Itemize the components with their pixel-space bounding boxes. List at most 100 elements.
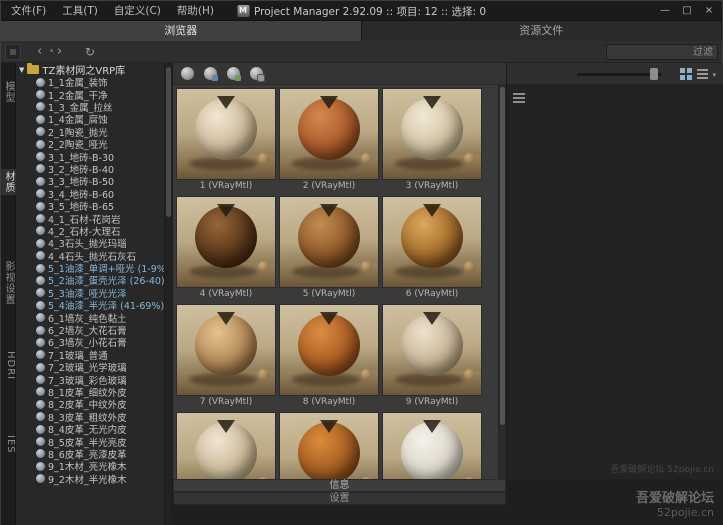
menu-帮助(H)[interactable]: 帮助(H) (169, 1, 222, 21)
material-thumb-icon (36, 177, 45, 186)
tree-item[interactable]: 5_4油漆_半光泽 (41-69%) (16, 299, 172, 311)
tab-资源文件[interactable]: 资源文件 (362, 21, 723, 41)
sidebar-tab-模型[interactable]: 模型 (1, 79, 16, 105)
material-preview (176, 196, 276, 288)
tree-item[interactable]: 3_3_地砖-B-50 (16, 175, 172, 187)
tree-item[interactable]: 4_2_石材-大理石 (16, 225, 172, 237)
material-cell[interactable]: 3 (VRayMtl) (382, 88, 482, 194)
tree-scrollbar[interactable] (164, 63, 172, 525)
thumbnail-size-slider-thumb[interactable] (650, 68, 658, 80)
material-cell[interactable]: 5 (VRayMtl) (279, 196, 379, 302)
thumbnails-view-icon[interactable] (680, 68, 692, 80)
tree-root-folder[interactable]: ▼ TZ素材网之VRP库 (16, 63, 172, 76)
material-label: 9 (VRayMtl) (382, 396, 482, 409)
tree-item[interactable]: 4_1_石材-花岗岩 (16, 212, 172, 224)
tree-item[interactable]: 7_3玻璃_彩色玻璃 (16, 373, 172, 385)
tree-item[interactable]: 1_3_金属_拉丝 (16, 101, 172, 113)
minimize-button[interactable]: — (654, 1, 676, 21)
panel-menu-icon[interactable] (513, 91, 529, 105)
tree-item[interactable]: 6_1墙灰_纯色黏土 (16, 311, 172, 323)
tree-scrollbar-thumb[interactable] (166, 67, 171, 217)
material-thumb-icon (36, 474, 45, 483)
settings-panel-header[interactable]: 设置 (173, 492, 506, 505)
tree-item[interactable]: 7_2玻璃_光学玻璃 (16, 361, 172, 373)
material-thumb-icon (36, 214, 45, 223)
material-preview (176, 412, 276, 479)
render-selected-icon[interactable] (203, 66, 218, 81)
material-cell[interactable]: 7 (VRayMtl) (176, 304, 276, 410)
material-cell[interactable]: 9 (VRayMtl) (382, 304, 482, 410)
menu-自定义(C)[interactable]: 自定义(C) (106, 1, 169, 21)
tree-item[interactable]: 5_1油漆_单调+哑光 (1-9%) (16, 262, 172, 274)
render-preview-icon[interactable] (180, 66, 195, 81)
panel-toggle-icon[interactable] (5, 44, 21, 60)
material-label: 5 (VRayMtl) (279, 288, 379, 301)
preview-knob (464, 153, 475, 164)
tree-item[interactable]: 5_2油漆_蛋壳光泽 (26-40) (16, 274, 172, 286)
material-thumb-icon (36, 437, 45, 446)
tree-item[interactable]: 6_3墙灰_小花石膏 (16, 336, 172, 348)
tree-item[interactable]: 9_2木材_半光橡木 (16, 473, 172, 485)
sidebar-tab-HDRI[interactable]: HDRI (1, 349, 16, 382)
close-button[interactable]: × (698, 1, 720, 21)
info-panel-header[interactable]: 信息 (173, 479, 506, 492)
tree-item[interactable]: 5_3油漆_哑光光泽 (16, 287, 172, 299)
material-cell[interactable]: 8 (VRayMtl) (279, 304, 379, 410)
material-cell[interactable]: 10 (VRayMtl) (176, 412, 276, 479)
material-cell[interactable]: 4 (VRayMtl) (176, 196, 276, 302)
material-cell[interactable]: 12 (VRayMtl) (382, 412, 482, 479)
tree-item[interactable]: 8_3皮革_粗纹外皮 (16, 411, 172, 423)
material-preview (279, 412, 379, 479)
sidebar-tab-材质[interactable]: 材质 (1, 169, 16, 195)
bottom-filler-left (173, 505, 506, 525)
tree-item[interactable]: 1_4金属_腐蚀 (16, 113, 172, 125)
material-preview (382, 412, 482, 479)
tree-item[interactable]: 2_1陶瓷_抛光 (16, 126, 172, 138)
tree-item[interactable]: 4_4石头_抛光石灰石 (16, 249, 172, 261)
list-view-icon[interactable]: ▾ (697, 68, 716, 80)
tree-item[interactable]: 9_1木材_亮光橡木 (16, 460, 172, 472)
tree-item[interactable]: 1_1金属_装饰 (16, 76, 172, 88)
material-thumb-icon (36, 338, 45, 347)
menu-工具(T)[interactable]: 工具(T) (54, 1, 106, 21)
tree-item[interactable]: 7_1玻璃_普通 (16, 349, 172, 361)
tree-item[interactable]: 3_2_地砖-B-40 (16, 163, 172, 175)
forward-arrow-icon[interactable]: › (57, 41, 62, 63)
tree-item[interactable]: 8_4皮革_无光内皮 (16, 423, 172, 435)
material-cell[interactable]: 1 (VRayMtl) (176, 88, 276, 194)
filter-input[interactable] (606, 44, 718, 60)
tree-item[interactable]: 8_5皮革_半光亮皮 (16, 435, 172, 447)
app-logo-icon: M (237, 5, 249, 17)
menu-文件(F)[interactable]: 文件(F) (3, 1, 54, 21)
tree-item[interactable]: 3_1_地砖-B-30 (16, 150, 172, 162)
material-cell[interactable]: 11 (VRayMtl) (279, 412, 379, 479)
sidebar-tab-IES[interactable]: IES (1, 433, 16, 456)
tree-item[interactable]: 4_3石头_抛光玛瑙 (16, 237, 172, 249)
material-cell[interactable]: 2 (VRayMtl) (279, 88, 379, 194)
material-thumb-icon (36, 363, 45, 372)
update-previews-icon[interactable] (226, 66, 241, 81)
tree-item[interactable]: 1_2金属_干净 (16, 88, 172, 100)
sidebar-tab-影视设置[interactable]: 影视设置 (1, 259, 16, 307)
tree-item[interactable]: 3_5_地砖-B-65 (16, 200, 172, 212)
window-title: Project Manager 2.92.09 :: 项目: 12 :: 选择:… (254, 4, 486, 19)
tree-expand-icon[interactable]: ▼ (19, 66, 24, 74)
history-dot-icon[interactable]: • (49, 41, 54, 63)
tree-item[interactable]: 8_1皮革_细纹外皮 (16, 386, 172, 398)
tab-浏览器[interactable]: 浏览器 (1, 21, 362, 41)
material-preview (176, 304, 276, 396)
grid-scrollbar-thumb[interactable] (500, 87, 505, 425)
refresh-icon[interactable]: ↻ (85, 41, 95, 63)
tree-item[interactable]: 8_2皮革_中纹外皮 (16, 398, 172, 410)
tree-item[interactable]: 3_4_地砖-B-60 (16, 188, 172, 200)
preview-knob (464, 261, 475, 272)
material-thumb-icon (36, 152, 45, 161)
tree-item[interactable]: 8_6皮革_亮漆皮革 (16, 448, 172, 460)
material-cell[interactable]: 6 (VRayMtl) (382, 196, 482, 302)
maximize-button[interactable]: □ (676, 1, 698, 21)
back-arrow-icon[interactable]: ‹ (37, 41, 42, 63)
grid-scrollbar[interactable] (498, 85, 506, 479)
tree-item[interactable]: 6_2墙灰_大花石膏 (16, 324, 172, 336)
preview-settings-icon[interactable] (249, 66, 264, 81)
tree-item[interactable]: 2_2陶瓷_哑光 (16, 138, 172, 150)
